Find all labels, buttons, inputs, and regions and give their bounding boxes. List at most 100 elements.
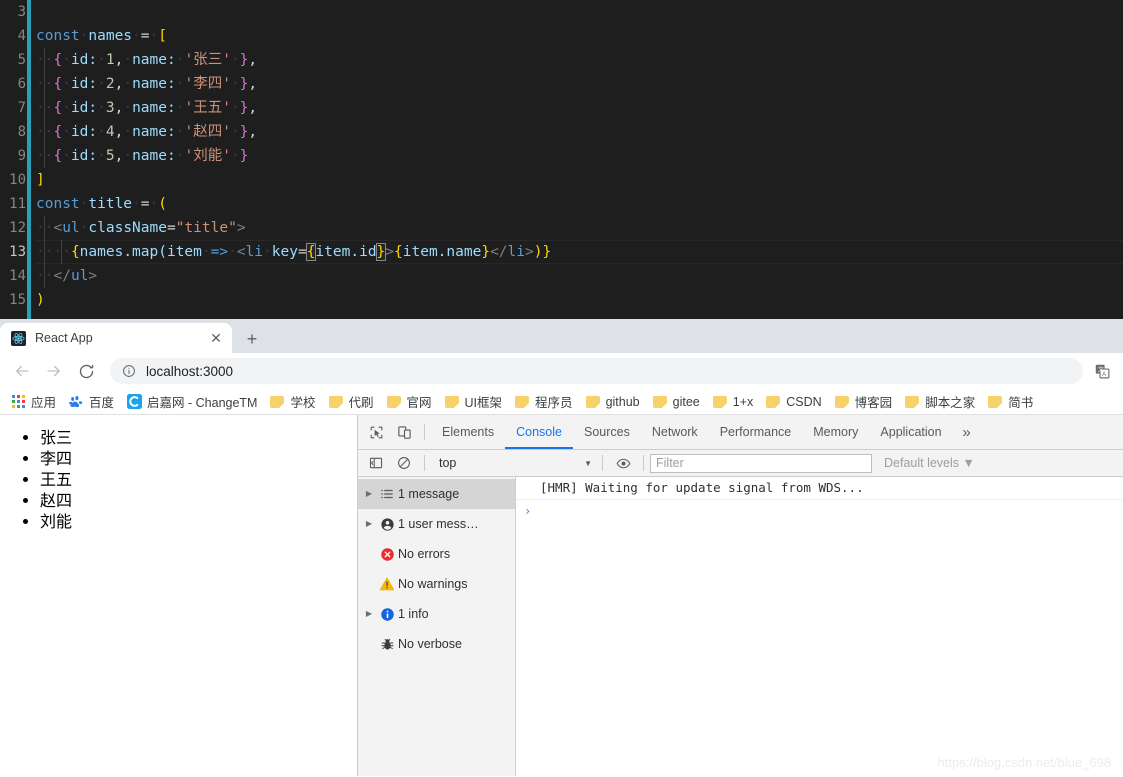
bookmark-folder-9[interactable]: gitee (646, 391, 706, 413)
token-string: '赵四' (184, 124, 231, 140)
sidebar-item-verbose[interactable]: No verbose (358, 629, 515, 659)
bookmark-folder-4[interactable]: 代刷 (322, 391, 380, 413)
console-sidebar-toggle-icon[interactable] (362, 450, 390, 476)
tab-elements[interactable]: Elements (431, 415, 505, 449)
code-line[interactable]: 3 (0, 0, 1123, 24)
rendered-page: 张三 李四 王五 赵四 刘能 (0, 415, 357, 776)
console-output[interactable]: [HMR] Waiting for update signal from WDS… (516, 477, 1123, 776)
clear-console-icon[interactable] (390, 450, 418, 476)
live-expression-icon[interactable] (609, 450, 637, 476)
expand-arrow-icon[interactable]: ▶ (362, 490, 376, 498)
bookmark-label: 学校 (290, 396, 316, 410)
list-item: 赵四 (40, 490, 357, 511)
sidebar-item-messages[interactable]: ▶ 1 message (358, 479, 515, 509)
console-input-row[interactable]: › (516, 500, 1123, 524)
bookmark-folder-8[interactable]: github (579, 391, 646, 413)
line-number: 11 (9, 196, 26, 212)
code-line[interactable]: 4 const·names·=·[ (0, 24, 1123, 48)
address-bar[interactable]: localhost:3000 (110, 358, 1083, 384)
token-string: '刘能' (184, 148, 231, 164)
more-tabs-icon[interactable]: » (953, 424, 981, 441)
bookmark-label: gitee (672, 394, 700, 409)
bookmark-folder-10[interactable]: 1+x (706, 391, 760, 413)
folder-icon (712, 394, 728, 410)
forward-button[interactable] (40, 357, 68, 385)
code-line-active[interactable]: 13 ····{names.map(item·=>·<li·key={item.… (0, 240, 1123, 264)
tab-sources[interactable]: Sources (573, 415, 641, 449)
reload-button[interactable] (72, 357, 100, 385)
back-button[interactable] (8, 357, 36, 385)
bookmark-folder-13[interactable]: 脚本之家 (898, 391, 981, 413)
bookmarks-bar: 应用 百度 启嘉网 - ChangeTM 学校 代刷 官网 UI框架 程序员 g… (0, 389, 1123, 415)
line-content: const·title·=·( (36, 196, 167, 212)
watermark-text: https://blog.csdn.net/blue_698 (937, 755, 1111, 770)
react-icon (10, 330, 26, 346)
devtools-tabbar: Elements Console Sources Network Perform… (358, 415, 1123, 450)
expand-arrow-icon[interactable]: ▶ (362, 610, 376, 618)
sidebar-item-info[interactable]: ▶ 1 info (358, 599, 515, 629)
folder-icon (904, 394, 920, 410)
bookmark-folder-11[interactable]: CSDN (759, 391, 827, 413)
tab-network[interactable]: Network (641, 415, 709, 449)
bookmark-folder-12[interactable]: 博客园 (828, 391, 899, 413)
sidebar-item-errors[interactable]: No errors (358, 539, 515, 569)
devtools-panel: Elements Console Sources Network Perform… (357, 415, 1123, 776)
warning-icon (376, 576, 398, 592)
line-number: 7 (17, 100, 26, 116)
token-string: '李四' (184, 76, 231, 92)
token-operator: = (140, 28, 150, 44)
execution-context-value: top (439, 456, 457, 470)
code-line[interactable]: 7 ··{·id:·3,·name:·'王五'·}, (0, 96, 1123, 120)
code-line[interactable]: 8 ··{·id:·4,·name:·'赵四'·}, (0, 120, 1123, 144)
new-tab-button[interactable]: + (238, 325, 266, 353)
code-editor[interactable]: 3 4 const·names·=·[ 5 ··{·id:·1,·name:·'… (0, 0, 1123, 319)
browser-tab-react-app[interactable]: React App ✕ (0, 323, 232, 353)
line-number: 9 (17, 148, 26, 164)
token-expression: item.id (315, 244, 377, 260)
bookmark-folder-3[interactable]: 学校 (263, 391, 321, 413)
bookmark-folder-5[interactable]: 官网 (380, 391, 438, 413)
bookmark-baidu[interactable]: 百度 (62, 391, 120, 413)
browser-toolbar: localhost:3000 文 A (0, 353, 1123, 389)
bookmark-label: 代刷 (348, 396, 374, 410)
code-line[interactable]: 14 ··</ul> (0, 264, 1123, 288)
token-jsx-tag: li (245, 244, 264, 260)
code-line[interactable]: 11 const·title·=·( (0, 192, 1123, 216)
code-line[interactable]: 6 ··{·id:·2,·name:·'李四'·}, (0, 72, 1123, 96)
folder-icon (834, 394, 850, 410)
tab-memory[interactable]: Memory (802, 415, 869, 449)
bookmark-apps[interactable]: 应用 (4, 391, 62, 413)
line-number: 4 (17, 28, 26, 44)
tab-console[interactable]: Console (505, 415, 573, 449)
tab-application[interactable]: Application (869, 415, 952, 449)
translate-icon[interactable]: 文 A (1089, 358, 1115, 384)
console-filter-input[interactable] (650, 453, 872, 473)
bookmark-folder-7[interactable]: 程序员 (508, 391, 579, 413)
bookmark-changetm[interactable]: 启嘉网 - ChangeTM (120, 391, 263, 413)
code-line[interactable]: 15 ) (0, 288, 1123, 312)
console-message: [HMR] Waiting for update signal from WDS… (516, 477, 1123, 500)
sidebar-item-user-messages[interactable]: ▶ 1 user mess… (358, 509, 515, 539)
code-line[interactable]: 10 ] (0, 168, 1123, 192)
close-icon[interactable]: ✕ (208, 330, 224, 346)
bookmark-folder-14[interactable]: 简书 (981, 391, 1039, 413)
execution-context-select[interactable]: top ▼ (431, 454, 596, 473)
line-number: 5 (17, 52, 26, 68)
inspect-element-icon[interactable] (362, 419, 390, 445)
log-levels-select[interactable]: Default levels ▼ (884, 456, 975, 470)
token-number: 2 (105, 76, 115, 92)
bookmark-folder-6[interactable]: UI框架 (438, 391, 509, 413)
device-toolbar-icon[interactable] (390, 419, 418, 445)
sidebar-item-warnings[interactable]: No warnings (358, 569, 515, 599)
line-content: ] (36, 172, 45, 188)
code-line[interactable]: 12 ··<ul·className="title"> (0, 216, 1123, 240)
apps-grid-icon (10, 394, 26, 410)
code-line[interactable]: 9 ··{·id:·5,·name:·'刘能'·} (0, 144, 1123, 168)
folder-icon (444, 394, 460, 410)
token-number: 4 (105, 124, 115, 140)
info-circle-icon[interactable] (122, 364, 136, 378)
expand-arrow-icon[interactable]: ▶ (362, 520, 376, 528)
editor-code-area[interactable]: 3 4 const·names·=·[ 5 ··{·id:·1,·name:·'… (0, 0, 1123, 312)
code-line[interactable]: 5 ··{·id:·1,·name:·'张三'·}, (0, 48, 1123, 72)
tab-performance[interactable]: Performance (709, 415, 803, 449)
